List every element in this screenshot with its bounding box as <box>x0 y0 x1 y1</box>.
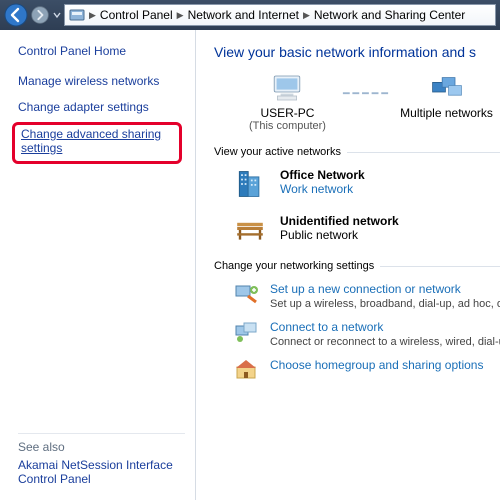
main-pane: View your basic network information and … <box>196 30 500 500</box>
breadcrumb-segment[interactable]: ▶Control Panel <box>87 8 173 22</box>
back-button[interactable] <box>4 3 28 27</box>
network-name: Unidentified network <box>280 214 399 228</box>
settings-option: Choose homegroup and sharing options <box>234 358 500 382</box>
networking-settings-header: Change your networking settings <box>214 260 500 272</box>
chevron-right-icon: ▶ <box>175 10 186 21</box>
network-type: Public network <box>280 228 399 242</box>
option-link[interactable]: Connect to a network <box>270 320 500 334</box>
option-link[interactable]: Set up a new connection or network <box>270 282 500 296</box>
sidebar-akamai-link[interactable]: Akamai NetSession Interface Control Pane… <box>18 458 185 486</box>
option-link[interactable]: Choose homegroup and sharing options <box>270 358 483 372</box>
computer-icon <box>271 72 303 104</box>
active-networks-label: View your active networks <box>214 146 341 158</box>
connect-network-icon <box>234 320 258 344</box>
network-name: Office Network <box>280 168 365 182</box>
chevron-right-icon: ▶ <box>87 10 98 21</box>
dropdown-chevron-icon[interactable] <box>52 4 62 26</box>
control-panel-icon <box>69 7 85 23</box>
page-title: View your basic network information and … <box>214 44 500 60</box>
breadcrumb-segment[interactable]: ▶Network and Internet <box>175 8 299 22</box>
breadcrumb-segment[interactable]: ▶Network and Sharing Center <box>301 8 465 22</box>
sidebar-change-advanced-sharing[interactable]: Change advanced sharing settings <box>21 127 169 155</box>
network-row: Unidentified network Public network <box>234 214 500 246</box>
diagram-pc-sublabel: (This computer) <box>249 120 326 132</box>
network-type-link[interactable]: Work network <box>280 182 365 196</box>
settings-label: Change your networking settings <box>214 260 374 272</box>
breadcrumb[interactable]: ▶Control Panel ▶Network and Internet ▶Ne… <box>64 4 496 26</box>
divider <box>347 152 500 153</box>
address-bar: ▶Control Panel ▶Network and Internet ▶Ne… <box>0 0 500 30</box>
new-connection-icon <box>234 282 258 306</box>
breadcrumb-label: Network and Sharing Center <box>314 8 465 22</box>
sidebar-change-adapter[interactable]: Change adapter settings <box>18 100 185 114</box>
office-building-icon <box>234 168 266 200</box>
diagram-node-multi[interactable]: Multiple networks <box>393 72 500 132</box>
diagram-pc-label: USER-PC <box>260 106 314 120</box>
breadcrumb-label: Control Panel <box>100 8 173 22</box>
divider <box>18 433 185 434</box>
divider <box>380 266 500 267</box>
forward-button[interactable] <box>30 3 50 27</box>
chevron-right-icon: ▶ <box>301 10 312 21</box>
network-diagram: USER-PC (This computer) ━━━━━ Multiple n… <box>234 72 500 132</box>
settings-option: Set up a new connection or network Set u… <box>234 282 500 310</box>
multi-networks-icon <box>431 72 463 104</box>
homegroup-icon <box>234 358 258 382</box>
active-networks-header: View your active networks <box>214 146 500 158</box>
bench-icon <box>234 214 266 246</box>
network-row: Office Network Work network <box>234 168 500 200</box>
see-also-section: See also Akamai NetSession Interface Con… <box>18 427 185 490</box>
option-desc: Set up a wireless, broadband, dial-up, a… <box>270 298 500 310</box>
sidebar: Control Panel Home Manage wireless netwo… <box>0 30 196 500</box>
diagram-node-pc[interactable]: USER-PC (This computer) <box>234 72 341 132</box>
settings-option: Connect to a network Connect or reconnec… <box>234 320 500 348</box>
diagram-link-line: ━━━━━ <box>343 87 391 100</box>
highlight-annotation: Change advanced sharing settings <box>12 122 182 164</box>
sidebar-manage-wireless[interactable]: Manage wireless networks <box>18 74 185 88</box>
breadcrumb-label: Network and Internet <box>188 8 299 22</box>
option-desc: Connect or reconnect to a wireless, wire… <box>270 336 500 348</box>
diagram-multi-label: Multiple networks <box>400 106 493 120</box>
control-panel-home-link[interactable]: Control Panel Home <box>18 44 185 58</box>
see-also-label: See also <box>18 440 185 454</box>
